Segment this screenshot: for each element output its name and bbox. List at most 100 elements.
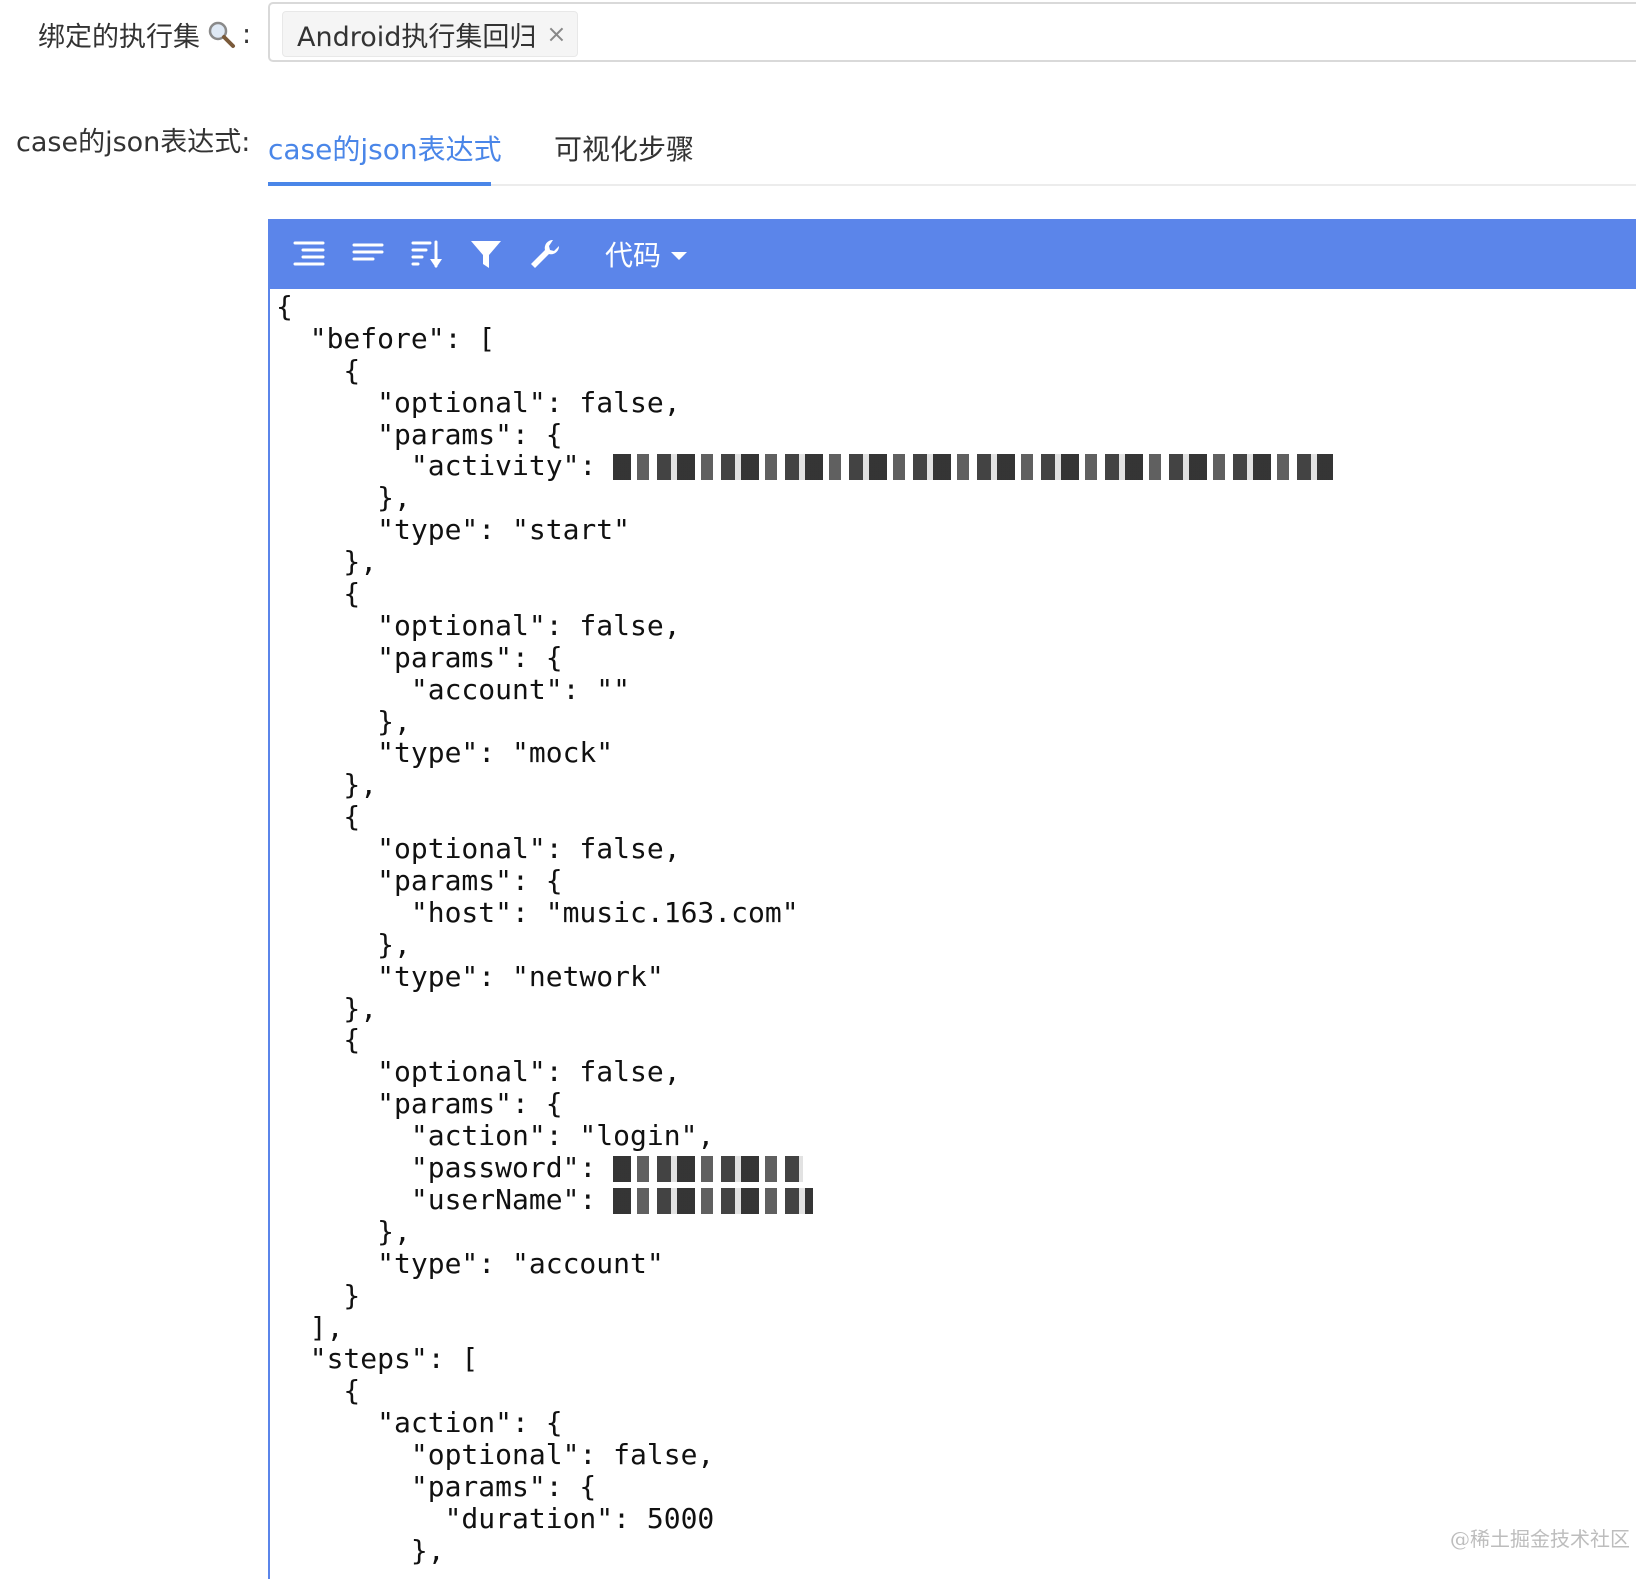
code-line-text: "steps": [ (276, 1342, 479, 1376)
code-line-text: { (276, 353, 361, 387)
filter-icon[interactable] (463, 231, 509, 277)
code-line-text: "action": "login", (276, 1119, 715, 1153)
code-line[interactable]: }, (276, 1214, 1636, 1248)
code-line[interactable]: "optional": false, (276, 833, 1636, 865)
code-line[interactable]: "activity": (276, 450, 1636, 482)
repair-icon[interactable] (522, 231, 568, 277)
sort-icon[interactable] (404, 231, 450, 277)
code-line-text: ], (276, 1310, 344, 1344)
code-line[interactable]: "duration": 5000 (276, 1501, 1636, 1535)
mode-dropdown-label: 代码 (605, 239, 662, 272)
code-line-text: }, (276, 768, 378, 802)
chevron-down-icon (671, 251, 688, 260)
code-line[interactable]: "params": { (276, 1471, 1636, 1503)
code-line-text: "password": (276, 1151, 614, 1185)
code-line-text: }, (276, 704, 411, 738)
code-line[interactable]: "params": { (276, 1088, 1636, 1120)
code-line[interactable]: { (276, 1375, 1636, 1407)
code-line-text: "params": { (276, 1469, 597, 1503)
code-line[interactable]: "type": "network" (276, 959, 1636, 993)
code-line[interactable]: { (276, 353, 1636, 387)
code-line-text: "params": { (276, 417, 563, 451)
code-line[interactable]: "params": { (276, 865, 1636, 897)
code-line[interactable]: "userName": (276, 1182, 1636, 1216)
code-line-text: "optional": false, (276, 608, 681, 642)
code-line-text: { (276, 1374, 361, 1408)
redacted-value (613, 1187, 814, 1214)
code-line-text: "params": { (276, 1087, 563, 1121)
code-line[interactable]: }, (276, 704, 1636, 738)
redacted-value (613, 454, 1334, 481)
code-line-text: { (276, 577, 361, 611)
code-line-text: }, (276, 1214, 411, 1248)
code-line-text: "action": { (276, 1406, 563, 1440)
close-icon[interactable]: × (546, 22, 566, 46)
code-line[interactable]: { (276, 291, 1636, 323)
code-line-text: { (276, 290, 293, 323)
code-line-text: }, (276, 481, 411, 515)
code-line[interactable]: { (276, 578, 1636, 610)
code-line-text: "optional": false, (276, 385, 681, 419)
code-line[interactable]: "steps": [ (276, 1343, 1636, 1375)
code-line-text: "type": "start" (276, 513, 631, 547)
watermark: @稀土掘金技术社区 (1450, 1527, 1630, 1551)
redacted-value (613, 1156, 804, 1183)
code-line[interactable]: "account": "" (276, 672, 1636, 706)
format-icon[interactable] (286, 231, 332, 277)
code-line[interactable]: "host": "music.163.com" (276, 896, 1636, 929)
exec-set-label-group: 绑定的执行集 : (38, 12, 251, 56)
mode-dropdown[interactable]: 代码 (605, 234, 688, 274)
compact-icon[interactable] (345, 231, 391, 277)
code-line-text: "params": { (276, 640, 563, 674)
code-line[interactable]: "optional": false, (276, 1056, 1636, 1088)
exec-set-select[interactable]: Android执行集回归 × (268, 2, 1636, 62)
code-line[interactable]: "action": { (276, 1407, 1636, 1439)
code-line[interactable]: "action": "login", (276, 1120, 1636, 1152)
code-line-text: "duration": 5000 (276, 1501, 715, 1535)
code-line-text: "account": "" (276, 672, 631, 706)
code-line[interactable]: "password": (276, 1152, 1636, 1184)
tab-active-indicator (268, 182, 491, 186)
code-line[interactable]: "before": [ (276, 322, 1636, 355)
json-expression-label: case的json表达式: (16, 127, 251, 158)
code-line[interactable]: "params": { (276, 417, 1636, 451)
code-line-text: "type": "mock" (276, 736, 614, 770)
code-line[interactable]: }, (276, 992, 1636, 1025)
json-editor[interactable]: 代码 { "before": [ { "optional": false, "p… (268, 219, 1636, 1579)
code-line[interactable]: }, (276, 546, 1636, 578)
code-line-text: "optional": false, (276, 1438, 715, 1472)
exec-set-tag: Android执行集回归 × (282, 11, 578, 57)
code-line-text: "optional": false, (276, 832, 681, 866)
code-line-text: { (276, 1023, 361, 1057)
search-icon[interactable] (206, 19, 236, 49)
code-line[interactable]: } (276, 1278, 1636, 1312)
tab-json-expression[interactable]: case的json表达式 (268, 128, 502, 168)
code-line-text: "type": "network" (276, 959, 664, 993)
code-line[interactable]: "type": "account" (276, 1247, 1636, 1280)
code-area[interactable]: { "before": [ { "optional": false, "para… (270, 289, 1636, 1567)
code-line-text: "params": { (276, 864, 563, 898)
code-line[interactable]: { (276, 1024, 1636, 1056)
code-line-text: } (276, 1278, 361, 1312)
code-line-text: }, (276, 927, 411, 961)
code-line-text: }, (276, 545, 378, 579)
code-line[interactable]: "optional": false, (276, 1439, 1636, 1471)
code-line-text: { (276, 800, 361, 834)
code-line[interactable]: ], (276, 1310, 1636, 1344)
code-line[interactable]: }, (276, 769, 1636, 801)
code-line-text: "userName": (276, 1182, 614, 1216)
code-line[interactable]: "optional": false, (276, 608, 1636, 642)
code-line[interactable]: { (276, 801, 1636, 833)
code-line[interactable]: "type": "mock" (276, 737, 1636, 769)
code-line[interactable]: }, (276, 482, 1636, 514)
code-line[interactable]: "type": "start" (276, 514, 1636, 546)
tab-bar: case的json表达式 可视化步骤 (268, 120, 1636, 186)
tab-visual-steps[interactable]: 可视化步骤 (554, 128, 694, 168)
exec-set-tag-label: Android执行集回归 (297, 21, 537, 53)
code-line[interactable]: "optional": false, (276, 385, 1636, 419)
code-line[interactable]: }, (276, 927, 1636, 961)
code-line-text: "activity": (276, 449, 614, 483)
code-line-text: "optional": false, (276, 1055, 681, 1089)
code-line[interactable]: "params": { (276, 640, 1636, 674)
tab-json-expression-label: case的json表达式 (268, 133, 502, 166)
